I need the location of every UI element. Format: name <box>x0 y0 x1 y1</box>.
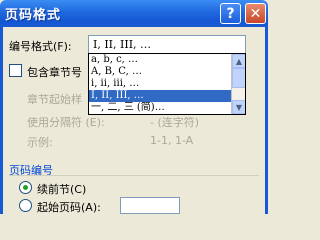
example-value: 1-1, 1-A <box>150 134 194 147</box>
dropdown-options: a, b, c, … A, B, C, … i, ii, iii, … I, I… <box>89 54 232 114</box>
dropdown-option[interactable]: i, ii, iii, … <box>89 78 232 90</box>
start-at-radio[interactable] <box>19 199 32 212</box>
help-icon: ? <box>226 5 235 22</box>
number-format-label: 编号格式(F): <box>9 40 72 53</box>
close-button[interactable]: ✕ <box>245 3 266 24</box>
scroll-thumb[interactable] <box>232 68 245 88</box>
start-at-label: 起始页码(A): <box>37 201 101 214</box>
group-divider <box>9 175 259 176</box>
chevron-down-icon: ▼ <box>235 102 243 112</box>
dropdown-option[interactable]: A, B, C, … <box>89 66 232 78</box>
window-title: 页码格式 <box>5 8 62 23</box>
dropdown-option-selected[interactable]: I, II, III, … <box>89 90 232 102</box>
number-format-dropdown[interactable]: a, b, c, … A, B, C, … i, ii, iii, … I, I… <box>88 53 246 115</box>
radio-selected-dot <box>23 185 28 190</box>
title-bar: 页码格式 ? ✕ <box>0 0 268 27</box>
separator-value[interactable]: - (连字符) <box>150 114 199 130</box>
dropdown-scrollbar[interactable]: ▲ ▼ <box>231 54 245 114</box>
include-chapter-checkbox[interactable] <box>9 64 22 77</box>
separator-label: 使用分隔符 (E): <box>27 116 105 129</box>
chapter-start-style-label: 章节起始样 <box>27 93 82 106</box>
help-button[interactable]: ? <box>220 3 241 24</box>
scroll-up-button[interactable]: ▲ <box>232 54 245 68</box>
continue-radio[interactable] <box>19 181 32 194</box>
dropdown-option[interactable]: a, b, c, … <box>89 54 232 66</box>
continue-label: 续前节(C) <box>37 183 87 196</box>
close-icon: ✕ <box>249 5 262 22</box>
start-at-input[interactable] <box>120 197 180 214</box>
scroll-down-button[interactable]: ▼ <box>232 100 245 114</box>
dropdown-option[interactable]: 一, 二, 三 (简)… <box>89 102 232 114</box>
number-format-value: I, II, III, … <box>93 38 152 51</box>
number-format-combo[interactable]: I, II, III, … <box>88 35 246 54</box>
chevron-up-icon: ▲ <box>235 56 243 66</box>
example-label: 示例: <box>27 136 53 149</box>
include-chapter-label: 包含章节号 <box>27 66 82 79</box>
